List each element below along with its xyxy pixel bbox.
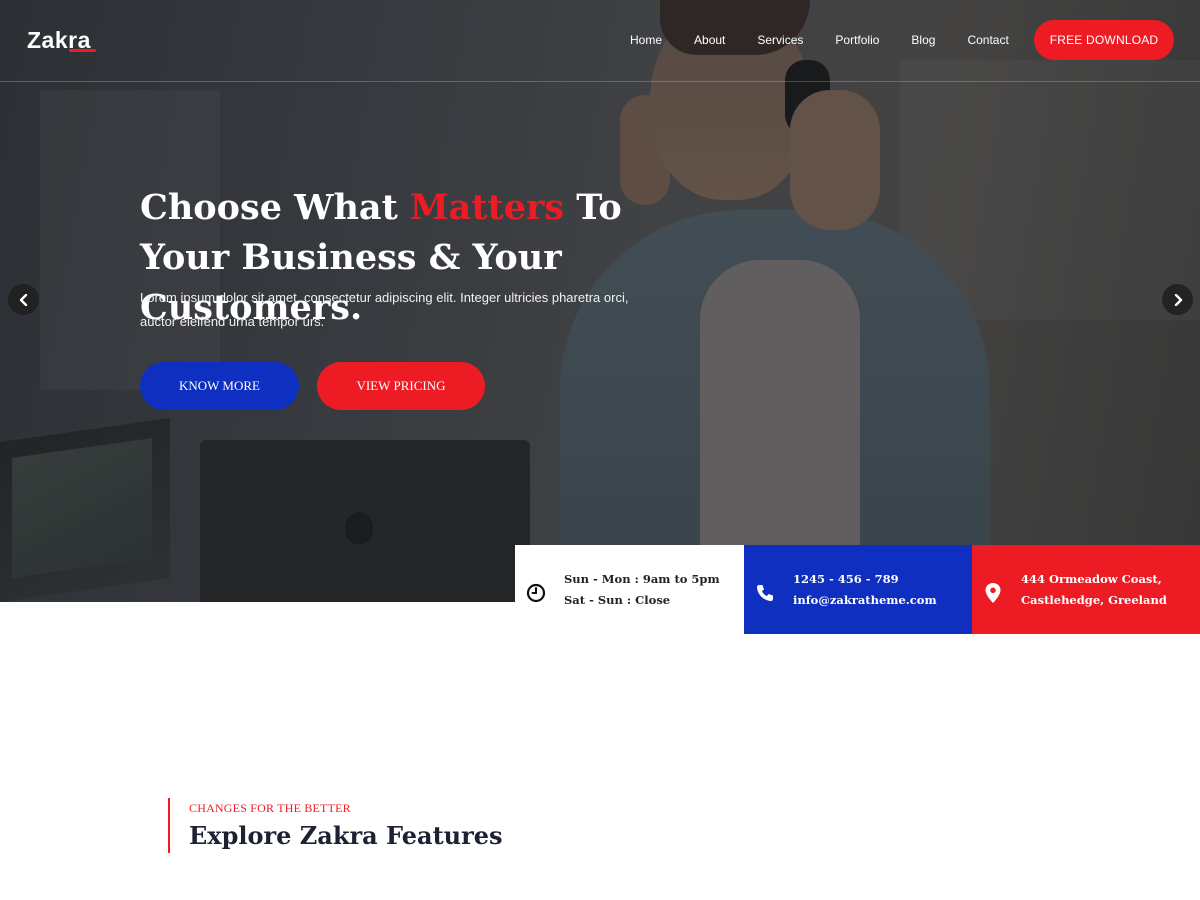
logo-underline	[69, 49, 96, 52]
info-address-text: 444 Ormeadow Coast, Castlehedge, Greelan…	[1021, 569, 1167, 611]
phone-icon	[754, 582, 776, 604]
free-download-button[interactable]: FREE DOWNLOAD	[1034, 20, 1174, 60]
address-line2: Castlehedge, Greeland	[1021, 593, 1167, 607]
nav-services[interactable]: Services	[757, 33, 803, 47]
main-nav: Home About Services Portfolio Blog Conta…	[630, 33, 1041, 47]
info-address-box: 444 Ormeadow Coast, Castlehedge, Greelan…	[972, 545, 1200, 634]
map-pin-icon	[982, 582, 1004, 604]
nav-blog[interactable]: Blog	[911, 33, 935, 47]
clock-icon	[525, 582, 547, 604]
headline-part1: Choose What	[140, 187, 410, 228]
section-kicker: CHANGES FOR THE BETTER	[189, 801, 351, 815]
nav-portfolio[interactable]: Portfolio	[835, 33, 879, 47]
view-pricing-button[interactable]: VIEW PRICING	[317, 362, 485, 410]
nav-contact[interactable]: Contact	[967, 33, 1008, 47]
headline-accent: Matters	[409, 187, 565, 228]
nav-about[interactable]: About	[694, 33, 725, 47]
section-title: Explore Zakra Features	[189, 821, 503, 850]
slider-prev-button[interactable]	[8, 284, 39, 315]
chevron-left-icon	[19, 293, 27, 306]
info-hours-box: Sun - Mon : 9am to 5pm Sat - Sun : Close	[515, 545, 744, 634]
info-contact-text: 1245 - 456 - 789 info@zakratheme.com	[793, 569, 937, 611]
hero-subtext: Lorem ipsum dolor sit amet, consectetur …	[140, 290, 629, 329]
nav-home[interactable]: Home	[630, 33, 662, 47]
hours-line2: Sat - Sun : Close	[564, 593, 671, 607]
slider-next-button[interactable]	[1162, 284, 1193, 315]
chevron-right-icon	[1174, 293, 1182, 306]
section-accent-line	[168, 798, 170, 853]
info-contact-box: 1245 - 456 - 789 info@zakratheme.com	[744, 545, 972, 634]
email-address[interactable]: info@zakratheme.com	[793, 590, 937, 611]
info-hours-text: Sun - Mon : 9am to 5pm Sat - Sun : Close	[564, 569, 720, 611]
phone-number[interactable]: 1245 - 456 - 789	[793, 569, 937, 590]
know-more-button[interactable]: KNOW MORE	[140, 362, 299, 410]
hours-line1: Sun - Mon : 9am to 5pm	[564, 572, 720, 586]
address-line1: 444 Ormeadow Coast,	[1021, 572, 1162, 586]
site-header: Zakra Home About Services Portfolio Blog…	[0, 0, 1200, 82]
